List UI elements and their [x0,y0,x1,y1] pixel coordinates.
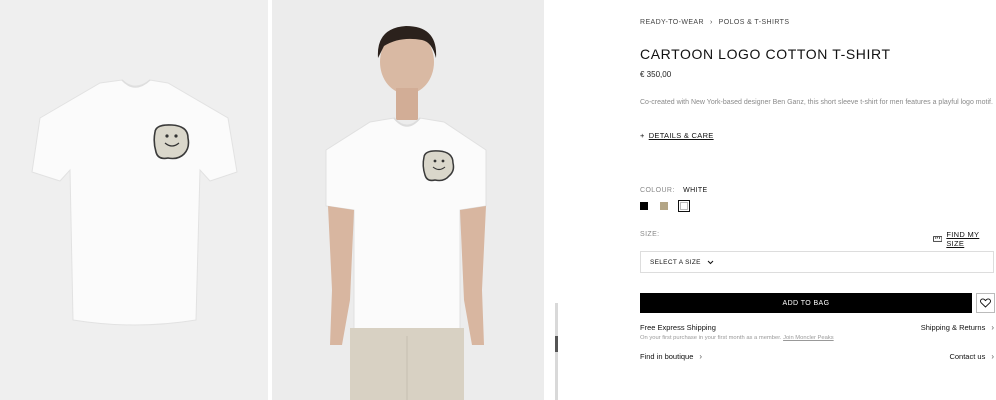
size-label: SIZE: [640,231,660,238]
find-my-size-label: FIND MY SIZE [946,230,980,248]
contact-us-label: Contact us [949,352,986,361]
ghost-logo-patch-model [422,150,455,182]
product-price: € 350,00 [640,70,672,79]
product-image-model[interactable] [272,0,544,400]
colour-swatches [640,200,690,212]
ghost-logo-patch [153,124,190,160]
chevron-right-icon: › [699,352,703,361]
find-in-boutique-label: Find in boutique [640,352,694,361]
model-image [272,0,544,400]
find-my-size-link[interactable]: FIND MY SIZE [933,230,996,248]
chevron-right-icon: › [991,323,994,332]
plus-icon: + [640,131,645,140]
free-shipping-note-text: On your first purchase in your first mon… [640,335,782,341]
details-care-label: DETAILS & CARE [648,131,714,140]
breadcrumb-item-ready-to-wear[interactable]: READY-TO-WEAR [640,19,704,26]
colour-value: WHITE [683,187,708,194]
contact-us-link[interactable]: Contact us › [949,352,994,361]
gallery-scrollbar-thumb[interactable] [555,336,558,352]
wishlist-button[interactable] [976,293,995,313]
breadcrumb: READY-TO-WEAR › POLOS & T-SHIRTS [640,19,789,26]
chevron-right-icon: › [991,352,994,361]
tshirt-flatlay-image [0,0,268,400]
breadcrumb-item-polos[interactable]: POLOS & T-SHIRTS [719,19,790,26]
product-image-flatlay[interactable] [0,0,268,400]
colour-label: COLOUR: [640,187,675,194]
ruler-icon [933,236,943,242]
product-title: CARTOON LOGO COTTON T-SHIRT [640,46,891,62]
product-description: Co-created with New York-based designer … [640,99,993,106]
add-to-bag-label: ADD TO BAG [782,299,830,307]
swatch-black[interactable] [640,202,648,210]
find-in-boutique-link[interactable]: Find in boutique › [640,352,702,361]
free-shipping-title: Free Express Shipping [640,323,716,332]
swatch-white[interactable] [678,200,690,212]
size-select-value: SELECT A SIZE [650,258,701,266]
chevron-down-icon [707,260,714,264]
size-select[interactable]: SELECT A SIZE [640,251,994,273]
free-shipping-note: On your first purchase in your first mon… [640,335,834,341]
colour-row: COLOUR: WHITE [640,187,708,194]
breadcrumb-separator-icon: › [709,19,713,26]
shipping-returns-label: Shipping & Returns [920,323,986,332]
shipping-returns-link[interactable]: Shipping & Returns › [921,323,994,332]
add-to-bag-button[interactable]: ADD TO BAG [640,293,972,313]
join-link[interactable]: Join Moncler Peaks [783,335,834,341]
heart-icon [980,298,991,308]
details-care-toggle[interactable]: + DETAILS & CARE [640,131,714,140]
swatch-beige[interactable] [660,202,668,210]
